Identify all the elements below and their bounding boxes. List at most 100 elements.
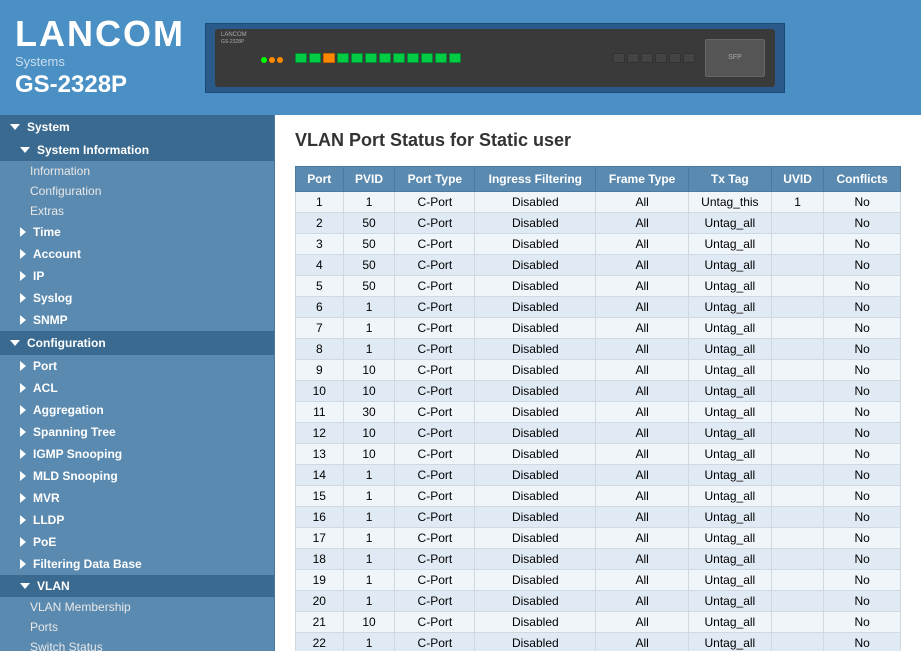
col-header-frame-type: Frame Type [596,167,689,192]
table-cell: Disabled [475,339,596,360]
sidebar-item-filtering-data-base[interactable]: Filtering Data Base [0,553,274,575]
sidebar-item-switch-status[interactable]: Switch Status [0,637,274,651]
table-cell: 15 [296,486,344,507]
sidebar-item-aggregation[interactable]: Aggregation [0,399,274,421]
sidebar-item-account[interactable]: Account [0,243,274,265]
triangle-right-icon [20,271,26,281]
table-cell: Untag_all [688,297,771,318]
header: LANCOM Systems GS-2328P LANCOM GS-2328P [0,0,921,115]
table-cell: 1 [343,507,395,528]
table-cell: All [596,255,689,276]
table-cell: No [824,192,901,213]
table-cell: No [824,360,901,381]
table-cell: No [824,213,901,234]
table-cell: C-Port [395,570,475,591]
sidebar-item-time[interactable]: Time [0,221,274,243]
triangle-right-icon [20,449,26,459]
table-cell [771,549,824,570]
table-cell: 9 [296,360,344,381]
table-cell: Untag_this [688,192,771,213]
table-cell: Untag_all [688,486,771,507]
triangle-right-icon [20,559,26,569]
sidebar-item-snmp[interactable]: SNMP [0,309,274,331]
triangle-right-icon [20,315,26,325]
device-image: LANCOM GS-2328P [205,23,785,93]
sidebar-item-vlan-ports[interactable]: Ports [0,617,274,637]
sidebar-item-mld-snooping[interactable]: MLD Snooping [0,465,274,487]
table-cell: Disabled [475,591,596,612]
table-row: 71C-PortDisabledAllUntag_allNo [296,318,901,339]
table-cell [771,381,824,402]
table-cell: Disabled [475,612,596,633]
table-cell: 30 [343,402,395,423]
table-cell [771,402,824,423]
logo-area: LANCOM Systems GS-2328P [15,16,185,99]
table-cell: 50 [343,276,395,297]
sidebar-item-lldp[interactable]: LLDP [0,509,274,531]
sidebar-item-vlan[interactable]: VLAN [0,575,274,597]
sidebar-item-configuration-sys[interactable]: Configuration [0,181,274,201]
table-row: 2110C-PortDisabledAllUntag_allNo [296,612,901,633]
table-cell: All [596,360,689,381]
table-cell: No [824,570,901,591]
sidebar-item-extras[interactable]: Extras [0,201,274,221]
triangle-right-icon [20,515,26,525]
sidebar-item-poe[interactable]: PoE [0,531,274,553]
table-cell: All [596,549,689,570]
brand-logo: LANCOM [15,16,185,52]
col-header-ingress-filtering: Ingress Filtering [475,167,596,192]
triangle-right-icon [20,293,26,303]
table-row: 201C-PortDisabledAllUntag_allNo [296,591,901,612]
sidebar-item-syslog[interactable]: Syslog [0,287,274,309]
table-cell: 10 [343,423,395,444]
table-cell [771,486,824,507]
sidebar-item-igmp-snooping[interactable]: IGMP Snooping [0,443,274,465]
table-cell: 1 [296,192,344,213]
table-cell [771,612,824,633]
table-cell: No [824,423,901,444]
sidebar-section-system[interactable]: System [0,115,274,139]
table-row: 250C-PortDisabledAllUntag_allNo [296,213,901,234]
table-cell: 1 [343,591,395,612]
table-cell [771,297,824,318]
sidebar-subsection-system-information[interactable]: System Information [0,139,274,161]
table-cell: 10 [343,612,395,633]
table-row: 1210C-PortDisabledAllUntag_allNo [296,423,901,444]
table-cell: All [596,633,689,651]
table-cell: Disabled [475,570,596,591]
page-title: VLAN Port Status for Static user [295,130,901,151]
sidebar-item-ip[interactable]: IP [0,265,274,287]
table-cell: 14 [296,465,344,486]
sidebar-item-port[interactable]: Port [0,355,274,377]
col-header-port: Port [296,167,344,192]
table-cell: Untag_all [688,423,771,444]
table-cell: C-Port [395,423,475,444]
table-cell: C-Port [395,528,475,549]
table-cell: All [596,213,689,234]
table-cell [771,234,824,255]
table-cell: Untag_all [688,507,771,528]
table-cell: Disabled [475,486,596,507]
table-cell: Untag_all [688,234,771,255]
table-cell: 16 [296,507,344,528]
sidebar-item-spanning-tree[interactable]: Spanning Tree [0,421,274,443]
table-cell: No [824,549,901,570]
table-cell: C-Port [395,360,475,381]
table-cell: 50 [343,234,395,255]
table-cell: Untag_all [688,339,771,360]
table-cell: 10 [343,444,395,465]
sidebar-item-acl[interactable]: ACL [0,377,274,399]
table-cell: C-Port [395,507,475,528]
sidebar-item-vlan-membership[interactable]: VLAN Membership [0,597,274,617]
table-row: 1130C-PortDisabledAllUntag_allNo [296,402,901,423]
sidebar-item-information[interactable]: Information [0,161,274,181]
table-cell: 1 [343,297,395,318]
sidebar-section-configuration[interactable]: Configuration [0,331,274,355]
table-cell [771,276,824,297]
table-cell: All [596,486,689,507]
sidebar-item-mvr[interactable]: MVR [0,487,274,509]
table-cell: C-Port [395,339,475,360]
table-cell: 1 [343,570,395,591]
table-cell: 8 [296,339,344,360]
triangle-right-icon [20,427,26,437]
